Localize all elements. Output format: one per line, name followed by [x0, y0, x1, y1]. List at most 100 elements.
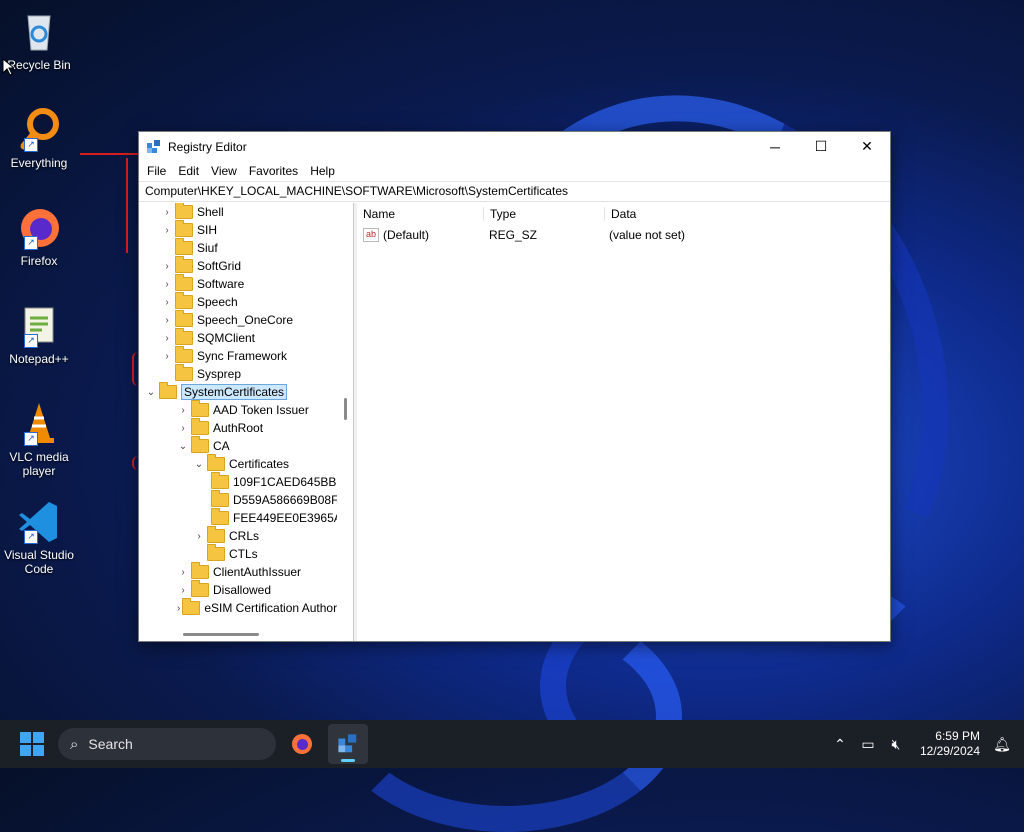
- tree-node[interactable]: Sysprep: [139, 364, 337, 383]
- tree-node[interactable]: ⌄ SystemCertificates: [139, 382, 337, 401]
- volume-muted-icon[interactable]: 🔇︎: [882, 736, 910, 753]
- desktop-icon-everything[interactable]: ↗ Everything: [4, 106, 74, 170]
- tree-node[interactable]: › Sync Framework: [139, 346, 337, 365]
- menu-favorites[interactable]: Favorites: [243, 164, 304, 178]
- taskbar-search-box[interactable]: ⌕ Search: [58, 728, 276, 760]
- column-header-data[interactable]: Data: [605, 207, 636, 221]
- scrollbar-thumb[interactable]: [183, 633, 259, 636]
- tree-node-label: SoftGrid: [197, 259, 242, 273]
- tree-node[interactable]: › Software: [139, 274, 337, 293]
- tree-node[interactable]: › ClientAuthIssuer: [139, 562, 337, 581]
- tree-node[interactable]: › CRLs: [139, 526, 337, 545]
- folder-icon: [207, 454, 225, 471]
- tree-node[interactable]: › AAD Token Issuer: [139, 400, 337, 419]
- collapsed-chevron-icon[interactable]: ›: [161, 297, 173, 308]
- menu-help[interactable]: Help: [304, 164, 341, 178]
- folder-icon: [175, 310, 193, 327]
- desktop-icon-notepadpp[interactable]: ↗ Notepad++: [4, 302, 74, 366]
- taskbar-firefox[interactable]: [282, 724, 322, 764]
- collapsed-chevron-icon[interactable]: ›: [161, 207, 173, 218]
- collapsed-chevron-icon[interactable]: ›: [177, 423, 189, 434]
- expanded-chevron-icon[interactable]: ⌄: [145, 387, 157, 398]
- network-icon[interactable]: ▭: [854, 736, 882, 753]
- minimize-button[interactable]: ─: [752, 132, 798, 161]
- scrollbar-thumb[interactable]: [344, 398, 347, 420]
- folder-icon: [191, 418, 209, 435]
- desktop-icon-label: Visual Studio Code: [4, 548, 74, 576]
- menu-file[interactable]: File: [141, 164, 172, 178]
- title-bar[interactable]: Registry Editor ─ ☐ ✕: [139, 132, 890, 161]
- values-header: Name Type Data: [357, 203, 890, 225]
- folder-icon: [191, 436, 209, 453]
- column-header-type[interactable]: Type: [484, 207, 605, 221]
- tree-node[interactable]: FEE449EE0E3965A524: [139, 508, 337, 527]
- tree-node-label: Software: [197, 277, 245, 291]
- desktop-icon-label: Notepad++: [9, 352, 69, 366]
- close-button[interactable]: ✕: [844, 132, 890, 161]
- desktop-icon-vscode[interactable]: ↗ Visual Studio Code: [4, 498, 74, 576]
- tree-node[interactable]: › SoftGrid: [139, 256, 337, 275]
- expanded-chevron-icon[interactable]: ⌄: [193, 459, 205, 470]
- tree-node[interactable]: 109F1CAED645BB78E: [139, 472, 337, 491]
- collapsed-chevron-icon[interactable]: ›: [161, 225, 173, 236]
- desktop-icon-label: Everything: [10, 156, 68, 170]
- expanded-chevron-icon[interactable]: ⌄: [177, 441, 189, 452]
- tree-vertical-scrollbar[interactable]: [339, 203, 353, 623]
- clock[interactable]: 6:59 PM 12/29/2024: [920, 729, 980, 759]
- tree-node[interactable]: › eSIM Certification Authorit: [139, 598, 337, 617]
- tree-node[interactable]: ⌄ CA: [139, 436, 337, 455]
- column-header-name[interactable]: Name: [357, 207, 484, 221]
- desktop-icon-vlc[interactable]: ↗ VLC media player: [4, 400, 74, 478]
- collapsed-chevron-icon[interactable]: ›: [161, 315, 173, 326]
- maximize-button[interactable]: ☐: [798, 132, 844, 161]
- tree-node-label: CA: [213, 439, 230, 453]
- collapsed-chevron-icon[interactable]: ›: [161, 261, 173, 272]
- tree-node-label: AuthRoot: [213, 421, 264, 435]
- folder-icon: [175, 256, 193, 273]
- collapsed-chevron-icon[interactable]: ›: [177, 567, 189, 578]
- menu-edit[interactable]: Edit: [172, 164, 205, 178]
- tree-node-label: Siuf: [197, 241, 218, 255]
- tree-node[interactable]: › SQMClient: [139, 328, 337, 347]
- value-type: REG_SZ: [489, 228, 538, 242]
- tree-node[interactable]: Siuf: [139, 238, 337, 257]
- collapsed-chevron-icon[interactable]: ›: [161, 333, 173, 344]
- tree-node[interactable]: › Disallowed: [139, 580, 337, 599]
- folder-icon: [191, 400, 209, 417]
- key-tree-pane: › Shell › SIH Siuf › SoftGrid › Software › Speech ›…: [139, 203, 354, 641]
- tree-node-label: 109F1CAED645BB78E: [233, 475, 337, 489]
- tree-node-label: Speech: [197, 295, 238, 309]
- tree-node-label: D559A586669B08F46: [233, 493, 337, 507]
- collapsed-chevron-icon[interactable]: ›: [161, 279, 173, 290]
- registry-editor-icon: [338, 734, 357, 753]
- shortcut-arrow-icon: ↗: [24, 530, 38, 544]
- search-icon: ⌕: [70, 735, 79, 753]
- tree-node[interactable]: ⌄ Certificates: [139, 454, 337, 473]
- collapsed-chevron-icon[interactable]: ›: [161, 351, 173, 362]
- menu-view[interactable]: View: [205, 164, 243, 178]
- tree-node[interactable]: CTLs: [139, 544, 337, 563]
- menu-bar: File Edit View Favorites Help: [139, 161, 890, 181]
- tree-node[interactable]: › Speech: [139, 292, 337, 311]
- tree-node[interactable]: › Speech_OneCore: [139, 310, 337, 329]
- folder-icon: [175, 346, 193, 363]
- clock-date: 12/29/2024: [919, 744, 980, 758]
- tree-node[interactable]: › SIH: [139, 220, 337, 239]
- tree-node[interactable]: › AuthRoot: [139, 418, 337, 437]
- start-button[interactable]: [20, 732, 44, 756]
- collapsed-chevron-icon[interactable]: ›: [193, 531, 205, 542]
- address-bar[interactable]: Computer\HKEY_LOCAL_MACHINE\SOFTWARE\Mic…: [139, 181, 890, 202]
- collapsed-chevron-icon[interactable]: ›: [177, 603, 180, 614]
- tree-node[interactable]: › Shell: [139, 203, 337, 221]
- tree-horizontal-scrollbar[interactable]: [139, 627, 339, 641]
- collapsed-chevron-icon[interactable]: ›: [177, 405, 189, 416]
- collapsed-chevron-icon[interactable]: ›: [177, 585, 189, 596]
- notification-bell-icon[interactable]: 🔔︎: [988, 736, 1016, 753]
- show-hidden-icons-chevron-icon[interactable]: ⌃: [826, 736, 854, 753]
- tree-node[interactable]: D559A586669B08F46: [139, 490, 337, 509]
- firefox-icon: [292, 734, 312, 754]
- value-row[interactable]: ab (Default) REG_SZ (value not set): [357, 225, 890, 245]
- taskbar-registry-editor[interactable]: [328, 724, 368, 764]
- desktop-icon-firefox[interactable]: ↗ Firefox: [4, 204, 74, 268]
- desktop-icon-recycle-bin[interactable]: Recycle Bin: [4, 8, 74, 72]
